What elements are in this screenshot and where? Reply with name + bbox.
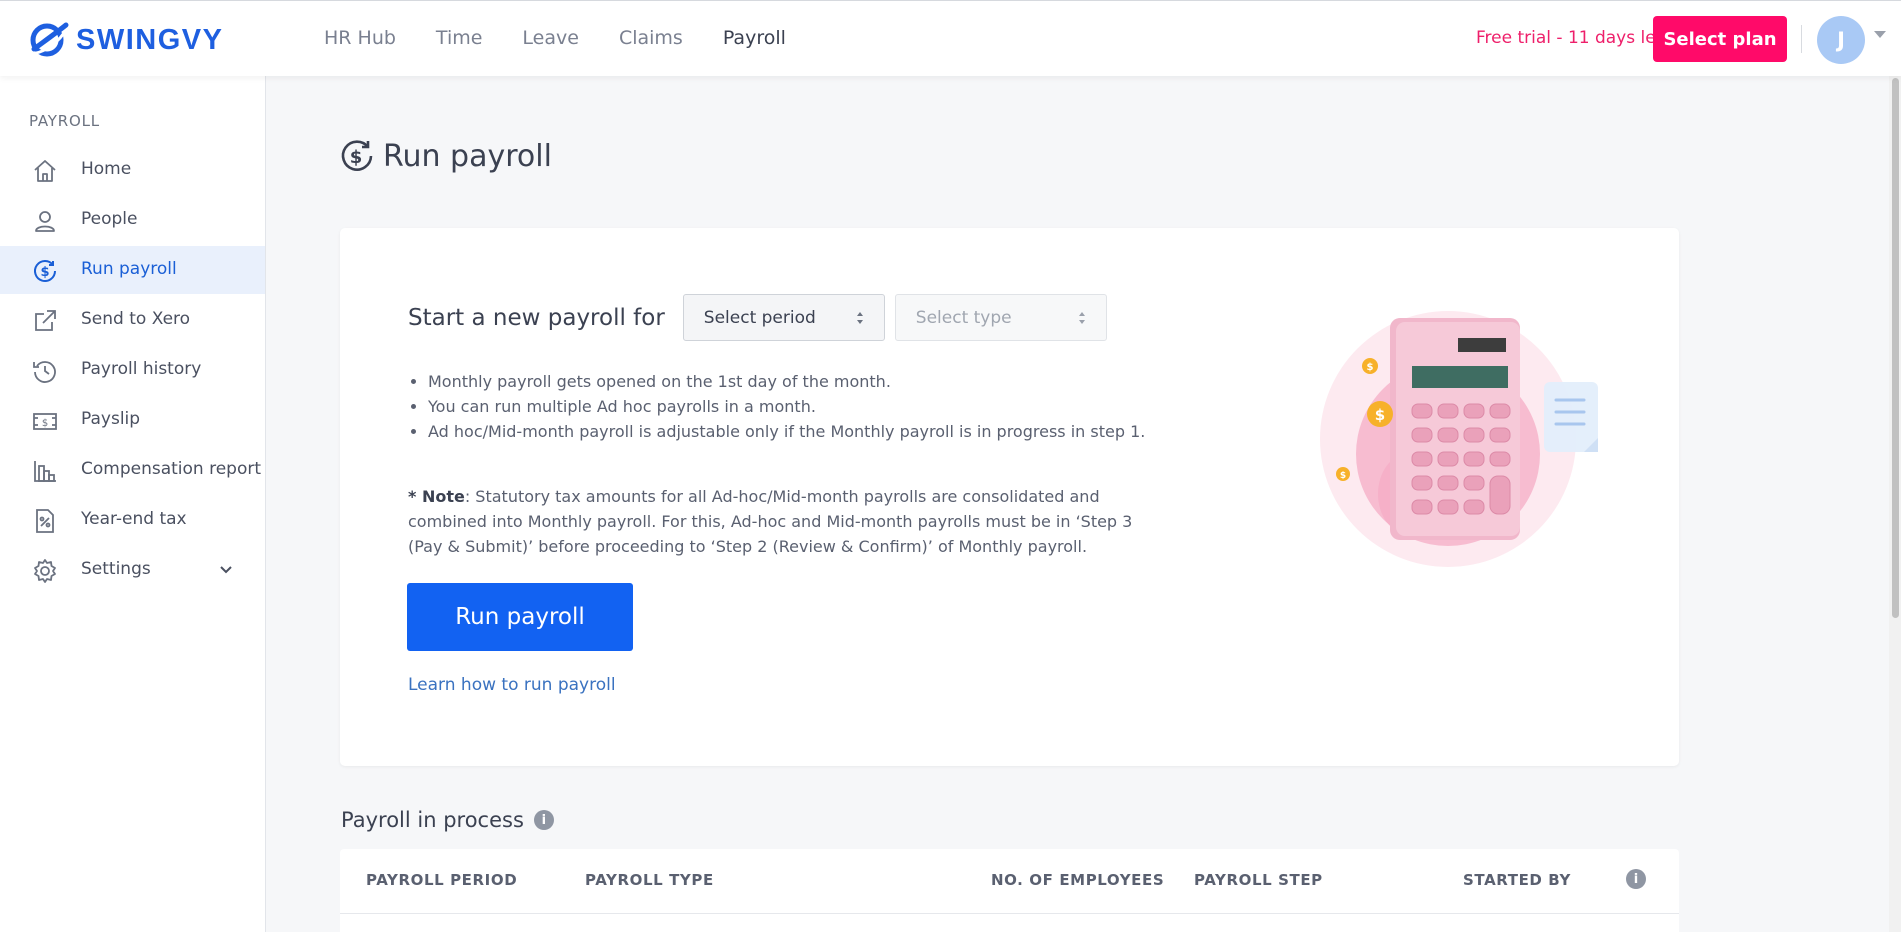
svg-text:$: $	[42, 418, 48, 429]
sort-arrows-icon	[856, 312, 863, 324]
info-icon[interactable]: i	[533, 810, 554, 830]
select-type-dropdown[interactable]: Select type	[894, 294, 1107, 341]
dollar-cycle-icon: $	[34, 260, 56, 282]
sidebar-item-send-to-xero[interactable]: Send to Xero	[0, 296, 265, 344]
top-bar: SWINGVY HR Hub Time Leave Claims Payroll…	[0, 0, 1901, 76]
list-item: You can run multiple Ad hoc payrolls in …	[428, 397, 1145, 416]
payroll-info-list: Monthly payroll gets opened on the 1st d…	[428, 372, 1145, 447]
person-icon	[35, 211, 55, 232]
top-nav: HR Hub Time Leave Claims Payroll	[324, 27, 826, 49]
list-item: Monthly payroll gets opened on the 1st d…	[428, 372, 1145, 391]
external-link-icon	[35, 310, 56, 331]
svg-text:$: $	[1340, 471, 1346, 481]
calculator-illustration: $ $ $	[1320, 311, 1598, 567]
note-prefix: * Note	[408, 487, 465, 506]
statutory-tax-note: * Note: Statutory tax amounts for all Ad…	[408, 484, 1168, 559]
page-title: $ Run payroll	[339, 138, 552, 174]
sidebar-item-label: Payroll history	[81, 359, 202, 379]
info-icon[interactable]: i	[1626, 869, 1646, 889]
topnav-time[interactable]: Time	[436, 27, 483, 49]
sidebar-item-label: People	[81, 209, 138, 229]
sidebar-item-home[interactable]: Home	[0, 146, 265, 194]
sidebar-item-label: Compensation report	[81, 459, 262, 479]
tax-document-icon	[36, 509, 54, 533]
avatar[interactable]: J	[1817, 16, 1865, 64]
column-header-started-by[interactable]: STARTED BY	[1463, 871, 1571, 889]
column-header-payroll-type[interactable]: PAYROLL TYPE	[585, 871, 714, 889]
sidebar-heading: PAYROLL	[29, 112, 100, 130]
scrollbar-thumb[interactable]	[1892, 78, 1899, 618]
topnav-hr-hub[interactable]: HR Hub	[324, 27, 396, 49]
svg-text:$: $	[40, 265, 49, 280]
home-icon	[34, 160, 56, 182]
dollar-cycle-icon: $	[341, 140, 373, 171]
sidebar-item-payslip[interactable]: $ Payslip	[0, 396, 265, 444]
sidebar-item-year-end-tax[interactable]: Year-end tax	[0, 496, 265, 544]
sidebar-item-label: Run payroll	[81, 259, 177, 279]
swingvy-logo-icon	[29, 22, 69, 57]
run-payroll-button[interactable]: Run payroll	[407, 583, 633, 651]
svg-text:$: $	[1375, 406, 1385, 424]
payroll-in-process-heading: Payroll in process i	[341, 808, 554, 832]
sidebar-item-run-payroll[interactable]: $ Run payroll	[0, 246, 265, 294]
sidebar-item-people[interactable]: People	[0, 196, 265, 244]
payslip-icon: $	[33, 413, 57, 430]
sidebar-item-label: Send to Xero	[81, 309, 191, 329]
chevron-down-icon[interactable]	[1874, 31, 1886, 38]
sidebar-item-label: Settings	[81, 559, 151, 579]
topnav-payroll[interactable]: Payroll	[723, 27, 786, 49]
svg-text:$: $	[350, 147, 363, 168]
note-text: : Statutory tax amounts for all Ad-hoc/M…	[408, 487, 1133, 556]
trial-status: Free trial - 11 days left	[1476, 28, 1669, 48]
payroll-in-process-table: PAYROLL PERIOD PAYROLL TYPE NO. OF EMPLO…	[340, 849, 1679, 932]
run-payroll-card: Start a new payroll for Select period Se…	[340, 228, 1679, 766]
sidebar-item-label: Year-end tax	[81, 509, 187, 529]
sidebar-item-label: Home	[81, 159, 132, 179]
sidebar-item-settings[interactable]: Settings	[0, 546, 265, 594]
history-icon	[33, 361, 56, 383]
sidebar-item-compensation-report[interactable]: Compensation report	[0, 446, 265, 494]
select-period-dropdown[interactable]: Select period	[682, 294, 885, 341]
list-item: Ad hoc/Mid-month payroll is adjustable o…	[428, 422, 1145, 441]
sidebar: PAYROLL Home People $ Run payroll Send t…	[0, 76, 266, 932]
topnav-claims[interactable]: Claims	[619, 27, 683, 49]
column-header-no-of-employees[interactable]: NO. OF EMPLOYEES	[991, 871, 1164, 889]
select-plan-button[interactable]: Select plan	[1653, 16, 1787, 62]
section-title-text: Payroll in process	[341, 808, 524, 832]
brand-name: SWINGVY	[76, 23, 224, 56]
topnav-leave[interactable]: Leave	[522, 27, 579, 49]
column-header-payroll-period[interactable]: PAYROLL PERIOD	[366, 871, 517, 889]
table-header: PAYROLL PERIOD PAYROLL TYPE NO. OF EMPLO…	[340, 849, 1679, 914]
chevron-down-icon[interactable]	[218, 561, 234, 577]
learn-how-link[interactable]: Learn how to run payroll	[408, 675, 616, 695]
gear-icon	[34, 559, 56, 583]
sidebar-item-label: Payslip	[81, 409, 141, 429]
bar-chart-icon	[34, 461, 56, 482]
svg-text:$: $	[1367, 362, 1374, 373]
sort-arrows-icon	[1078, 312, 1085, 324]
divider	[1801, 25, 1802, 53]
column-header-payroll-step[interactable]: PAYROLL STEP	[1194, 871, 1323, 889]
swingvy-logo[interactable]: SWINGVY	[28, 19, 223, 61]
start-payroll-label: Start a new payroll for	[408, 304, 665, 331]
select-type-value: Select type	[915, 307, 1012, 328]
select-period-value: Select period	[703, 307, 816, 328]
page-title-text: Run payroll	[383, 138, 552, 174]
sidebar-item-payroll-history[interactable]: Payroll history	[0, 346, 265, 394]
start-payroll-row: Start a new payroll for Select period Se…	[408, 294, 1117, 341]
